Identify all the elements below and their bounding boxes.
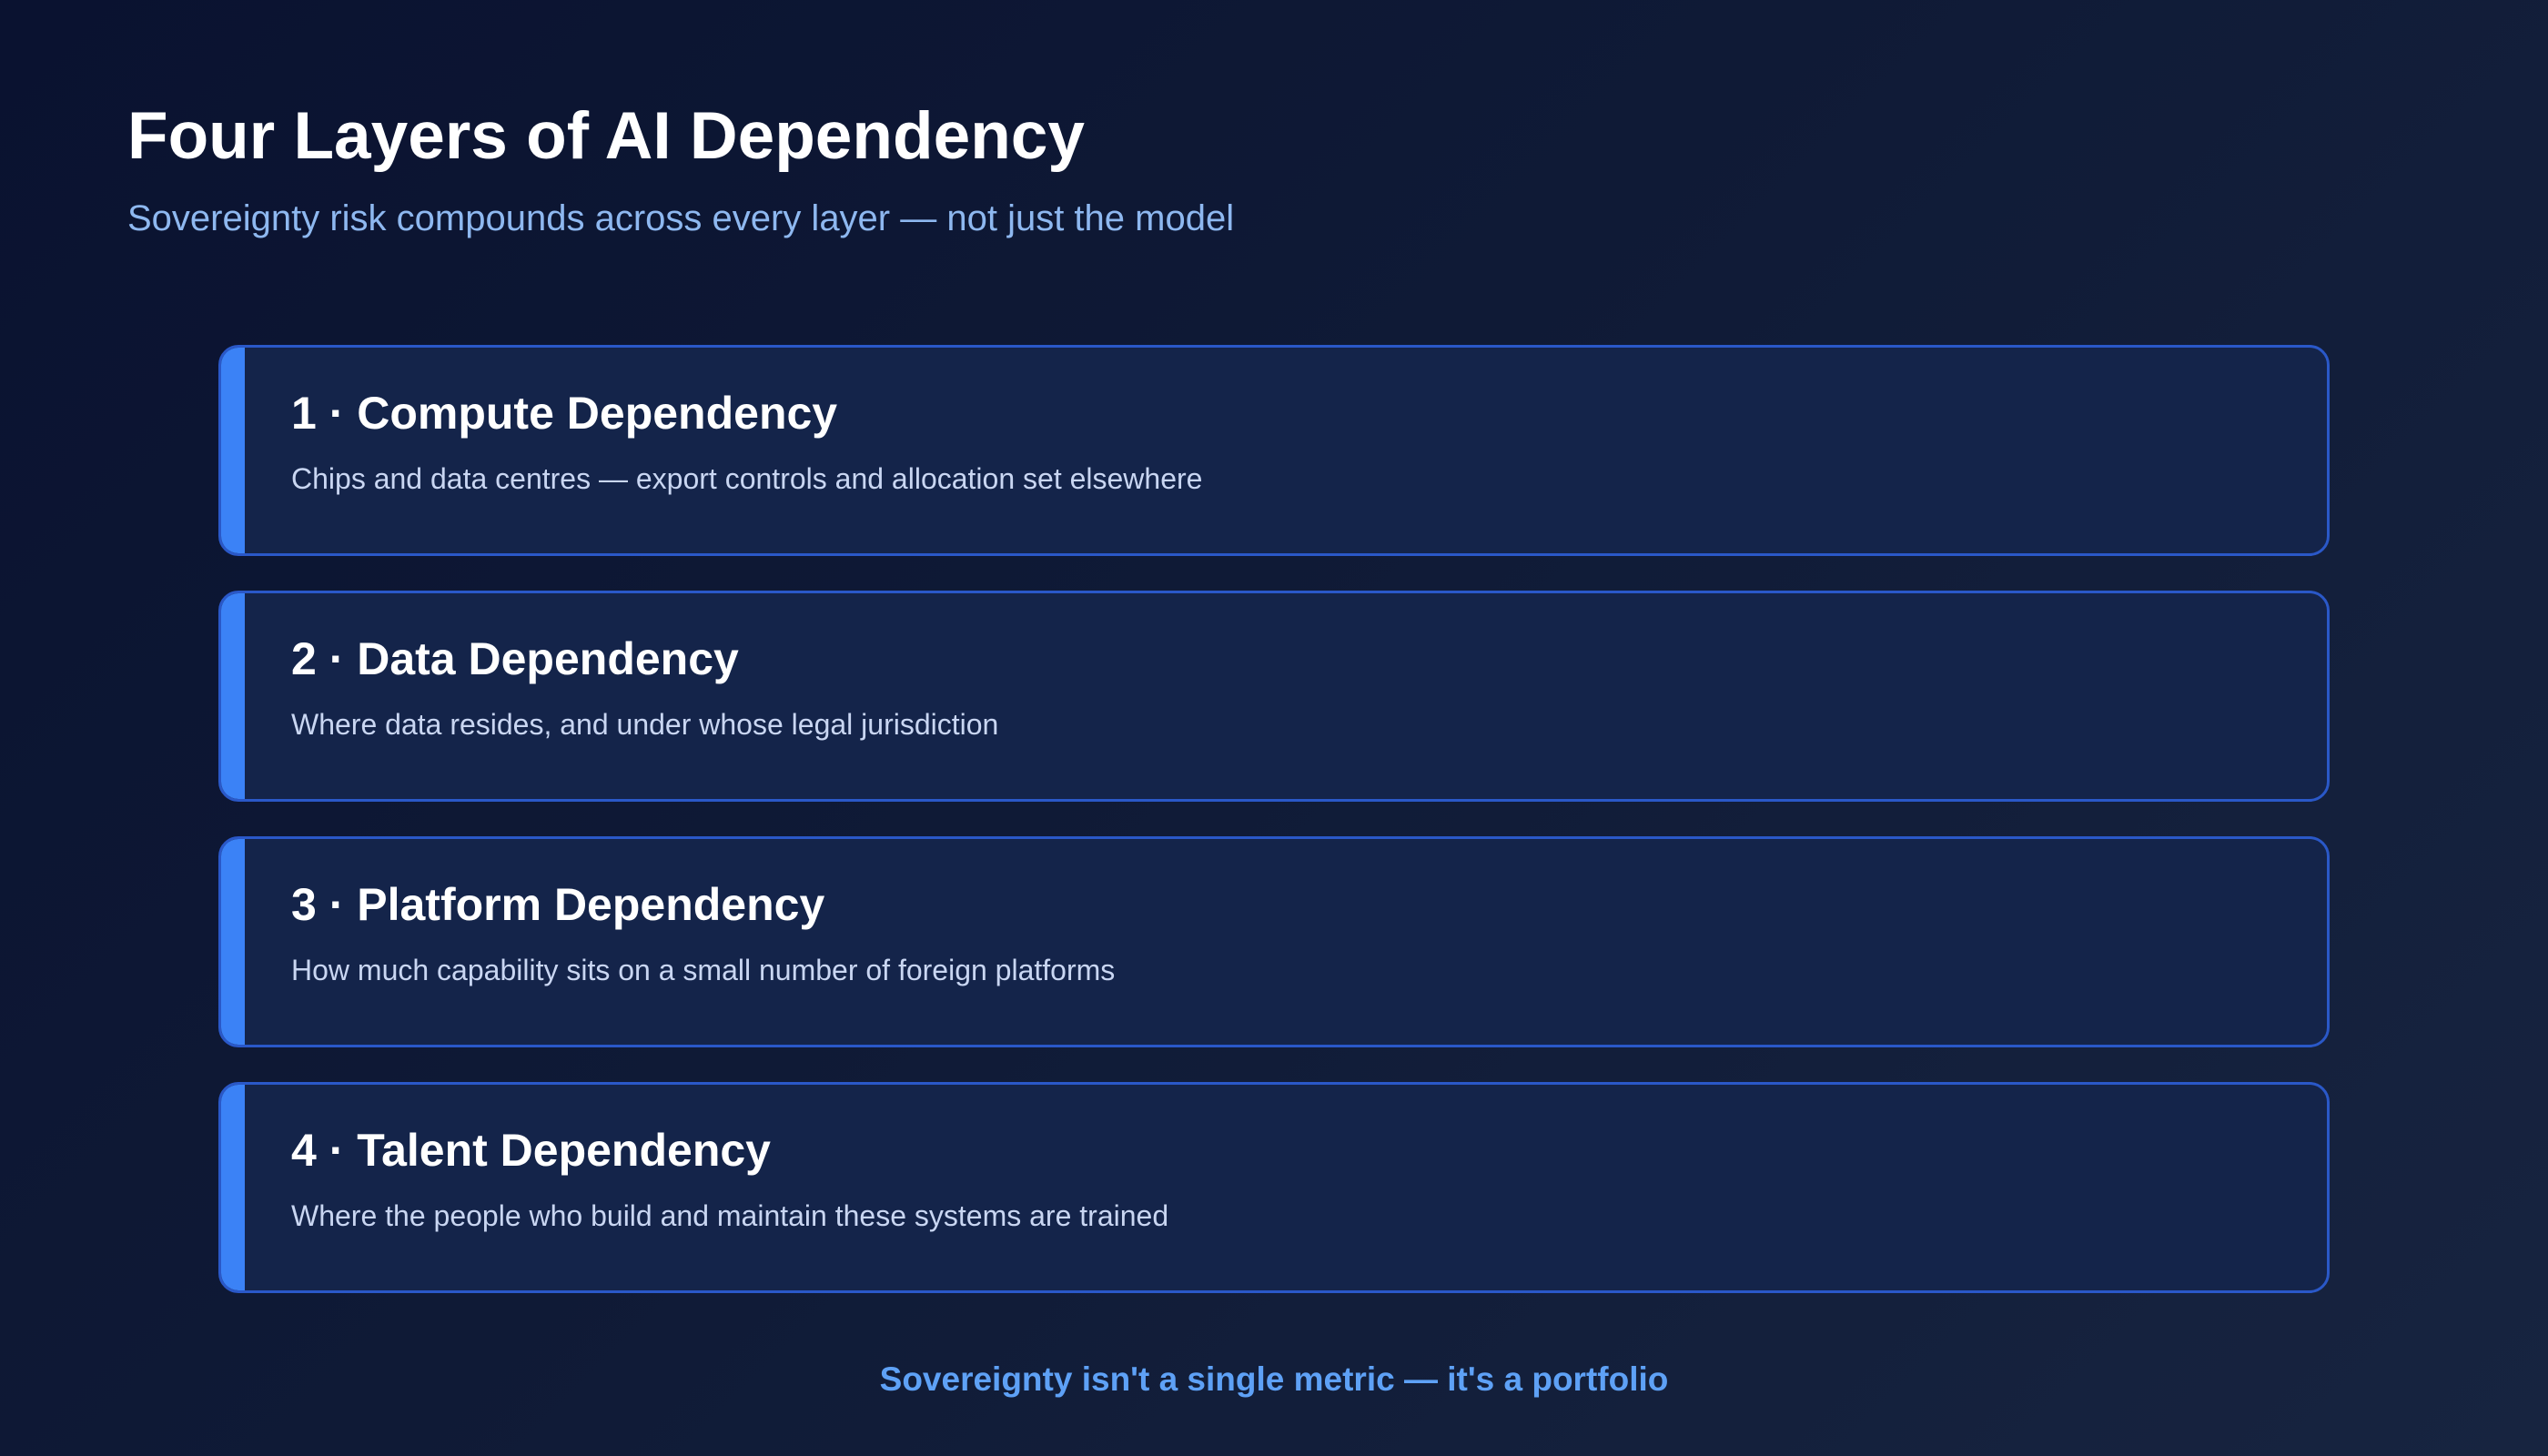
layer-card-talent: 4 · Talent Dependency Where the people w… — [218, 1082, 2330, 1293]
layer-card-compute: 1 · Compute Dependency Chips and data ce… — [218, 345, 2330, 556]
layer-title: 4 · Talent Dependency — [291, 1125, 771, 1176]
footer-note: Sovereignty isn't a single metric — it's… — [879, 1360, 1669, 1398]
layer-title: 1 · Compute Dependency — [291, 388, 838, 439]
slide: Four Layers of AI Dependency Sovereignty… — [0, 0, 2548, 1456]
page-subtitle: Sovereignty risk compounds across every … — [127, 198, 1235, 238]
layer-accent-bar — [221, 839, 245, 1045]
layer-title: 3 · Platform Dependency — [291, 879, 825, 930]
layer-accent-bar — [221, 348, 245, 553]
layer-card-data: 2 · Data Dependency Where data resides, … — [218, 591, 2330, 802]
layer-description: Where the people who build and maintain … — [291, 1199, 1169, 1232]
layer-accent-bar — [221, 1085, 245, 1290]
layer-description: Where data resides, and under whose lega… — [291, 708, 999, 741]
page-title: Four Layers of AI Dependency — [127, 99, 1085, 173]
layer-list: 1 · Compute Dependency Chips and data ce… — [218, 345, 2330, 1328]
layer-title: 2 · Data Dependency — [291, 633, 739, 684]
layer-card-platform: 3 · Platform Dependency How much capabil… — [218, 836, 2330, 1047]
layer-description: Chips and data centres — export controls… — [291, 462, 1203, 495]
layer-description: How much capability sits on a small numb… — [291, 954, 1116, 986]
layer-accent-bar — [221, 593, 245, 799]
